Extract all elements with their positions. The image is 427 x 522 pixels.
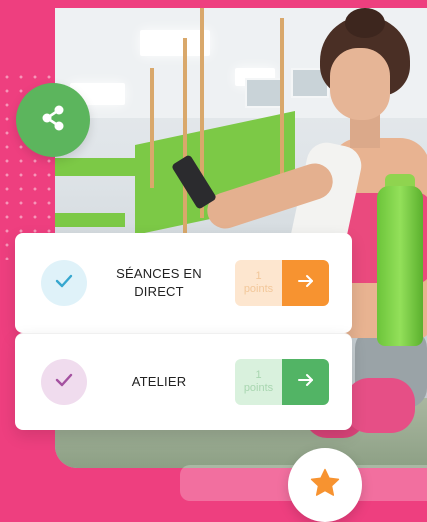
check-circle [41,260,87,306]
share-button[interactable] [16,83,90,157]
star-icon [308,466,342,505]
photo-green-wall [55,158,135,176]
share-icon [38,103,68,138]
points-badge: 1 points [235,359,282,405]
activity-card-atelier: ATELIER 1 points [15,333,352,430]
arrow-right-icon [297,373,315,392]
points-arrow-area[interactable] [282,260,329,306]
photo-water-bottle [377,186,423,346]
activity-label: SÉANCES EN DIRECT [103,265,215,301]
points-button[interactable]: 1 points [235,260,329,306]
activity-card-seances: SÉANCES EN DIRECT 1 points [15,233,352,333]
activity-label-line2: DIRECT [134,284,184,299]
points-badge: 1 points [235,260,282,306]
photo-rope [280,18,284,178]
favorite-button[interactable] [288,448,362,522]
arrow-right-icon [297,274,315,293]
activity-label: ATELIER [103,373,215,391]
points-value: 1 [255,369,262,381]
photo-window [245,78,283,108]
check-circle [41,359,87,405]
check-icon [53,369,75,396]
photo-dumbbell [345,378,415,433]
points-button[interactable]: 1 points [235,359,329,405]
activity-label-line1: ATELIER [131,374,187,389]
points-unit: points [243,283,274,295]
photo-rope [183,38,187,238]
photo-green-wall [55,213,125,227]
photo-rope [150,68,154,188]
photo-hair-bun [345,8,385,38]
activity-label-line1: SÉANCES EN [116,266,202,281]
points-value: 1 [255,270,262,282]
photo-face [330,48,390,120]
points-unit: points [243,382,274,394]
points-arrow-area[interactable] [282,359,329,405]
check-icon [53,270,75,297]
